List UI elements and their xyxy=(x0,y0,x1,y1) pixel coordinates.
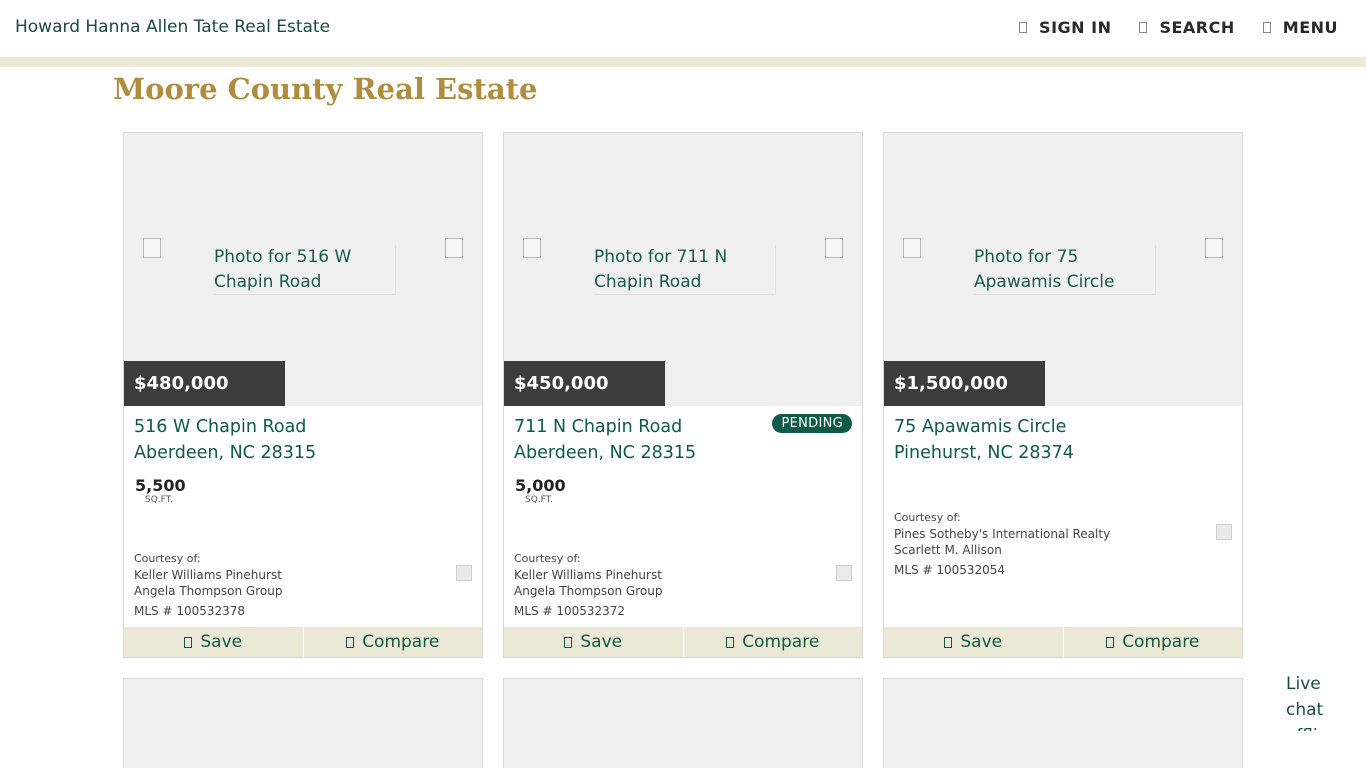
card-actions: Save Compare xyxy=(124,627,482,657)
listing-card-partial[interactable] xyxy=(883,678,1243,768)
sqft-value: 5,000 xyxy=(515,476,566,495)
listing-agent: Angela Thompson Group xyxy=(134,584,283,598)
listing-price: $1,500,000 xyxy=(884,361,1045,406)
listing-card: Photo for 516 W Chapin Road $480,000 516… xyxy=(123,132,483,658)
sqft-label: SQ.FT. xyxy=(145,495,173,505)
save-button[interactable]: Save xyxy=(124,627,303,657)
sign-in-link[interactable]: SIGN IN xyxy=(1019,18,1111,37)
broker-logo-icon xyxy=(456,565,472,581)
compare-label: Compare xyxy=(1122,632,1200,652)
menu-link[interactable]: MENU xyxy=(1262,18,1338,37)
photo-alt-text: Photo for 711 N Chapin Road xyxy=(594,245,776,295)
listing-courtesy: Courtesy of: Keller Williams Pinehurst A… xyxy=(514,551,662,599)
site-logo[interactable]: Howard Hanna Allen Tate Real Estate xyxy=(15,17,330,37)
select-checkbox[interactable] xyxy=(523,238,541,258)
listing-card-partial[interactable] xyxy=(123,678,483,768)
top-nav: SIGN IN SEARCH MENU xyxy=(1019,18,1338,37)
user-icon xyxy=(1019,22,1028,33)
live-chat-button[interactable]: Live chat offline xyxy=(1286,671,1348,731)
mls-number: MLS # 100532378 xyxy=(134,604,246,618)
compare-icon xyxy=(1106,636,1115,648)
courtesy-label: Courtesy of: xyxy=(894,511,961,524)
address-city: Aberdeen, NC 28315 xyxy=(514,443,697,463)
compare-label: Compare xyxy=(742,632,820,652)
compare-icon xyxy=(346,636,355,648)
favorite-checkbox[interactable] xyxy=(1205,238,1223,258)
card-actions: Save Compare xyxy=(884,627,1242,657)
listing-office: Pines Sotheby's International Realty xyxy=(894,527,1111,541)
compare-icon xyxy=(726,636,735,648)
save-label: Save xyxy=(960,632,1003,652)
listing-card: Photo for 75 Apawamis Circle $1,500,000 … xyxy=(883,132,1243,658)
search-icon xyxy=(1139,22,1148,33)
sign-in-label: SIGN IN xyxy=(1039,18,1112,37)
courtesy-label: Courtesy of: xyxy=(134,552,201,565)
logo-alt-text: Howard Hanna Allen Tate Real Estate xyxy=(15,17,331,37)
header-divider xyxy=(0,57,1366,67)
broker-logo-icon xyxy=(1216,524,1232,540)
sqft-value: 5,500 xyxy=(135,476,186,495)
site-header: Howard Hanna Allen Tate Real Estate SIGN… xyxy=(0,0,1366,58)
save-label: Save xyxy=(200,632,243,652)
select-checkbox[interactable] xyxy=(903,238,921,258)
photo-alt-text: Photo for 75 Apawamis Circle xyxy=(974,245,1156,295)
address-street: 516 W Chapin Road xyxy=(134,417,307,437)
compare-button[interactable]: Compare xyxy=(302,627,483,657)
status-badge: PENDING xyxy=(772,414,852,433)
mls-number: MLS # 100532054 xyxy=(894,563,1006,577)
listing-address[interactable]: 75 Apawamis Circle Pinehurst, NC 28374 xyxy=(894,414,1074,466)
listing-price: $450,000 xyxy=(504,361,665,406)
save-label: Save xyxy=(580,632,623,652)
menu-label: MENU xyxy=(1282,18,1338,37)
card-actions: Save Compare xyxy=(504,627,862,657)
listing-courtesy: Courtesy of: Keller Williams Pinehurst A… xyxy=(134,551,282,599)
broker-logo-icon xyxy=(836,565,852,581)
save-button[interactable]: Save xyxy=(504,627,683,657)
sqft-label: SQ.FT. xyxy=(525,495,553,505)
listing-price: $480,000 xyxy=(124,361,285,406)
listing-photo[interactable]: Photo for 516 W Chapin Road $480,000 xyxy=(124,133,482,406)
listing-agent: Scarlett M. Allison xyxy=(894,543,1002,557)
listing-agent: Angela Thompson Group xyxy=(514,584,663,598)
listing-photo[interactable]: Photo for 711 N Chapin Road $450,000 xyxy=(504,133,862,406)
heart-icon xyxy=(944,636,953,648)
address-street: 711 N Chapin Road xyxy=(514,417,683,437)
listing-photo[interactable]: Photo for 75 Apawamis Circle $1,500,000 xyxy=(884,133,1242,406)
listing-office: Keller Williams Pinehurst xyxy=(514,568,662,582)
select-checkbox[interactable] xyxy=(143,238,161,258)
address-city: Aberdeen, NC 28315 xyxy=(134,443,317,463)
compare-button[interactable]: Compare xyxy=(682,627,863,657)
page-title: Moore County Real Estate xyxy=(113,72,538,106)
listing-office: Keller Williams Pinehurst xyxy=(134,568,282,582)
heart-icon xyxy=(184,636,193,648)
heart-icon xyxy=(564,636,573,648)
listing-address[interactable]: 711 N Chapin Road Aberdeen, NC 28315 xyxy=(514,414,696,466)
listing-address[interactable]: 516 W Chapin Road Aberdeen, NC 28315 xyxy=(134,414,316,466)
listing-card: Photo for 711 N Chapin Road $450,000 711… xyxy=(503,132,863,658)
photo-alt-text: Photo for 516 W Chapin Road xyxy=(214,245,396,295)
search-link[interactable]: SEARCH xyxy=(1139,18,1234,37)
address-city: Pinehurst, NC 28374 xyxy=(894,443,1074,463)
search-label: SEARCH xyxy=(1159,18,1235,37)
menu-icon xyxy=(1262,22,1271,33)
listing-card-partial[interactable] xyxy=(503,678,863,768)
address-street: 75 Apawamis Circle xyxy=(894,417,1067,437)
courtesy-label: Courtesy of: xyxy=(514,552,581,565)
favorite-checkbox[interactable] xyxy=(825,238,843,258)
save-button[interactable]: Save xyxy=(884,627,1063,657)
compare-label: Compare xyxy=(362,632,440,652)
listing-courtesy: Courtesy of: Pines Sotheby's Internation… xyxy=(894,510,1110,558)
compare-button[interactable]: Compare xyxy=(1062,627,1243,657)
favorite-checkbox[interactable] xyxy=(445,238,463,258)
mls-number: MLS # 100532372 xyxy=(514,604,626,618)
